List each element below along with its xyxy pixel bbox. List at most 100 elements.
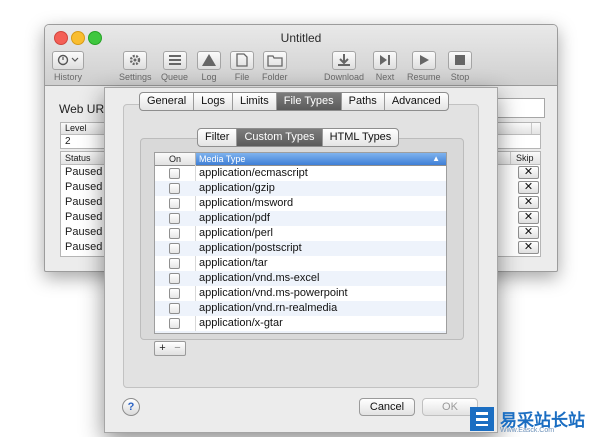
media-type-header-label: Media Type: [199, 154, 246, 164]
enabled-checkbox[interactable]: [169, 198, 180, 209]
enabled-checkbox[interactable]: [169, 273, 180, 284]
tab-general[interactable]: General: [140, 93, 193, 110]
file-icon: [230, 51, 254, 70]
toolbar-label: Stop: [450, 72, 470, 82]
media-type-table: On Media Type ▲ application/ecmascript a…: [154, 152, 447, 334]
toolbar-settings[interactable]: Settings: [119, 51, 152, 82]
status-cell: Paused: [65, 241, 103, 253]
log-icon: [197, 51, 221, 70]
cancel-button[interactable]: Cancel: [359, 398, 415, 416]
sub-tab-bar: Filter Custom Types HTML Types: [197, 128, 400, 147]
skip-column-header[interactable]: Skip: [516, 152, 534, 164]
download-icon: [332, 51, 357, 70]
skip-button[interactable]: ✕: [518, 226, 539, 239]
toolbar-log[interactable]: Log: [197, 51, 221, 82]
remove-type-button[interactable]: −: [170, 341, 186, 356]
status-column-header[interactable]: Status: [65, 152, 91, 164]
table-row[interactable]: application/vnd.rn-realmedia: [155, 301, 446, 316]
toolbar-label: Log: [201, 72, 217, 82]
enabled-checkbox[interactable]: [169, 228, 180, 239]
toolbar-resume[interactable]: Resume: [407, 51, 441, 82]
enabled-checkbox[interactable]: [169, 168, 180, 179]
media-type-cell: application/tar: [199, 257, 268, 269]
toolbar-next[interactable]: Next: [373, 51, 397, 82]
tab-paths[interactable]: Paths: [340, 93, 384, 110]
status-cell: Paused: [65, 226, 103, 238]
media-type-cell: application/ecmascript: [199, 167, 308, 179]
watermark-logo-icon: [470, 407, 494, 431]
toolbar-folder[interactable]: Folder: [262, 51, 288, 82]
history-icon: [52, 51, 84, 70]
media-type-table-header: On Media Type ▲: [155, 153, 446, 166]
toolbar-label: Download: [324, 72, 365, 82]
tab-file-types[interactable]: File Types: [275, 93, 341, 110]
resume-icon: [411, 51, 436, 70]
table-row[interactable]: application/tar: [155, 256, 446, 271]
toolbar-stop[interactable]: Stop: [448, 51, 472, 82]
skip-button[interactable]: ✕: [518, 211, 539, 224]
status-cell: Paused: [65, 211, 103, 223]
table-row-partial[interactable]: [155, 331, 446, 334]
toolbar-label: Folder: [262, 72, 288, 82]
skip-button[interactable]: ✕: [518, 181, 539, 194]
enabled-checkbox[interactable]: [169, 213, 180, 224]
toolbar-history[interactable]: History: [52, 51, 84, 82]
skip-button[interactable]: ✕: [518, 196, 539, 209]
toolbar-queue[interactable]: Queue: [161, 51, 188, 82]
enabled-checkbox[interactable]: [169, 258, 180, 269]
gear-icon: [123, 51, 148, 70]
next-icon: [373, 51, 397, 70]
title-bar: Untitled History Settings Queue Log File…: [45, 25, 557, 86]
tab-limits[interactable]: Limits: [232, 93, 276, 110]
media-type-cell: application/postscript: [199, 242, 302, 254]
toolbar-label: Next: [375, 72, 395, 82]
table-row[interactable]: application/x-gtar: [155, 316, 446, 331]
settings-sheet: General Logs Limits File Types Paths Adv…: [104, 87, 498, 433]
enabled-checkbox[interactable]: [169, 243, 180, 254]
level-header-edge: [531, 123, 541, 134]
toolbar-download[interactable]: Download: [324, 51, 364, 82]
table-row[interactable]: application/perl: [155, 226, 446, 241]
table-row[interactable]: application/pdf: [155, 211, 446, 226]
media-type-cell: application/vnd.rn-realmedia: [199, 302, 338, 314]
tab-html-types[interactable]: HTML Types: [321, 129, 399, 146]
column-divider: [510, 152, 511, 164]
skip-button[interactable]: ✕: [518, 241, 539, 254]
toolbar-label: File: [234, 72, 250, 82]
media-type-cell: application/x-gtar: [199, 317, 283, 329]
folder-icon: [262, 51, 287, 70]
media-type-column-header[interactable]: Media Type ▲: [196, 153, 446, 165]
table-row[interactable]: application/gzip: [155, 181, 446, 196]
table-row[interactable]: application/vnd.ms-excel: [155, 271, 446, 286]
media-type-cell: application/gzip: [199, 182, 275, 194]
media-type-cell: application/vnd.ms-powerpoint: [199, 287, 348, 299]
enabled-checkbox[interactable]: [169, 318, 180, 329]
toolbar-file[interactable]: File: [230, 51, 254, 82]
help-button[interactable]: ?: [122, 398, 140, 416]
stop-icon: [448, 51, 472, 70]
enabled-checkbox[interactable]: [169, 303, 180, 314]
tab-custom-types[interactable]: Custom Types: [236, 129, 322, 146]
on-column-header[interactable]: On: [155, 153, 196, 165]
tab-logs[interactable]: Logs: [193, 93, 232, 110]
toolbar-label: Settings: [119, 72, 152, 82]
tab-filter[interactable]: Filter: [198, 129, 236, 146]
enabled-checkbox[interactable]: [169, 183, 180, 194]
table-row[interactable]: application/postscript: [155, 241, 446, 256]
tab-advanced[interactable]: Advanced: [383, 93, 448, 110]
media-type-cell: application/msword: [199, 197, 294, 209]
toolbar-label: History: [53, 72, 82, 82]
table-row[interactable]: application/vnd.ms-powerpoint: [155, 286, 446, 301]
skip-button[interactable]: ✕: [518, 166, 539, 179]
media-type-cell: application/pdf: [199, 212, 270, 224]
web-url-input[interactable]: [497, 98, 545, 118]
toolbar-label: Resume: [407, 72, 441, 82]
table-row[interactable]: application/ecmascript: [155, 166, 446, 181]
media-type-cell: application/vnd.ms-excel: [199, 272, 320, 284]
enabled-checkbox[interactable]: [169, 333, 180, 334]
status-cell: Paused: [65, 196, 103, 208]
sort-ascending-icon: ▲: [432, 154, 440, 163]
table-row[interactable]: application/msword: [155, 196, 446, 211]
enabled-checkbox[interactable]: [169, 288, 180, 299]
add-type-button[interactable]: +: [154, 341, 171, 356]
